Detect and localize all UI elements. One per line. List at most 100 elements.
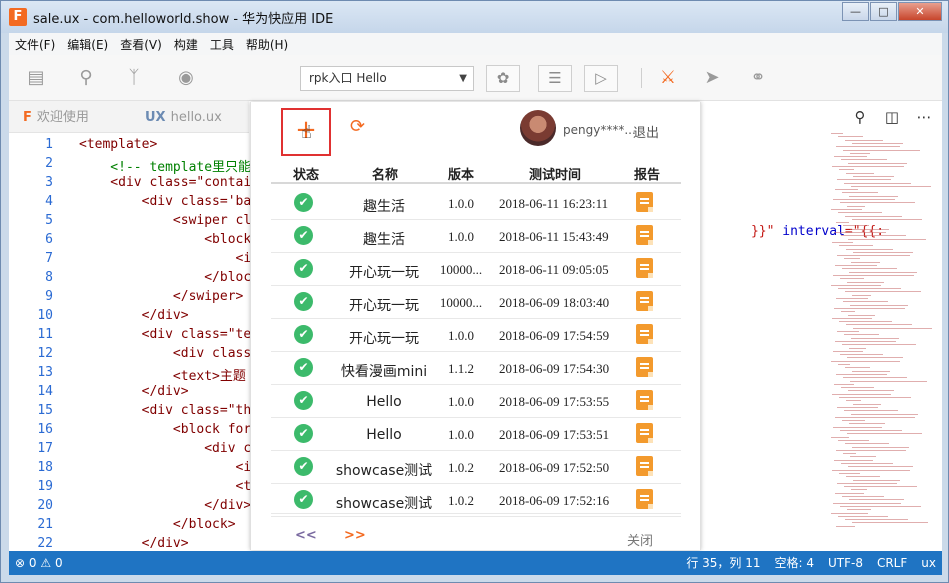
run-button[interactable]: ▷: [584, 65, 618, 92]
line-number: 2: [45, 156, 53, 171]
close-panel-button[interactable]: 关闭: [627, 530, 653, 549]
minimap-line: [836, 298, 868, 299]
code-line[interactable]: <div class="te: [79, 327, 252, 342]
table-row[interactable]: ✔ Hello 1.0.0 2018-06-09 17:53:55: [271, 385, 681, 418]
explorer-icon[interactable]: ▤: [25, 67, 47, 89]
minimap-line: [850, 380, 927, 382]
report-document-icon[interactable]: [636, 423, 653, 443]
report-document-icon[interactable]: [636, 357, 653, 377]
report-document-icon[interactable]: [636, 192, 653, 212]
send-icon[interactable]: ➤: [701, 67, 723, 89]
code-line[interactable]: </block>: [79, 517, 236, 532]
row-test-time: 2018-06-11 09:05:05: [499, 262, 609, 277]
code-line[interactable]: </bloc: [79, 270, 251, 285]
table-row[interactable]: ✔ Hello 1.0.0 2018-06-09 17:53:51: [271, 418, 681, 451]
table-row[interactable]: ✔ 开心玩一玩 1.0.0 2018-06-09 17:54:59: [271, 319, 681, 352]
code-line[interactable]: </div>: [79, 498, 251, 513]
line-gutter: 1 2 3 4 5 6 7 8 9 10 11 12 13 14 15 16 17 18 19 20 21 22: [9, 133, 69, 551]
minimap-line: [846, 172, 874, 174]
report-document-icon[interactable]: [636, 291, 653, 311]
more-icon[interactable]: ⋯: [914, 107, 934, 127]
report-document-icon[interactable]: [636, 390, 653, 410]
add-test-button[interactable]: + ☝: [281, 108, 331, 156]
minimap-line: [837, 406, 878, 408]
logout-link[interactable]: 退出: [633, 122, 659, 141]
layers-button[interactable]: ☰: [538, 65, 572, 92]
welcome-tab-icon: F: [23, 110, 32, 125]
menu-edit[interactable]: 编辑(E): [61, 36, 114, 53]
code-line[interactable]: <block for: [79, 422, 251, 437]
minimap-line: [852, 370, 890, 372]
code-line[interactable]: <div c: [79, 441, 251, 456]
fingerprint-icon[interactable]: ⚭: [747, 67, 769, 89]
code-line[interactable]: <block: [79, 232, 251, 247]
minimap-line: [837, 331, 859, 332]
code-line[interactable]: <swiper cl: [79, 213, 251, 228]
report-document-icon[interactable]: [636, 258, 653, 278]
menu-build[interactable]: 构建: [168, 36, 204, 53]
tab-hello-ux[interactable]: UX hello.ux: [145, 101, 222, 133]
table-row[interactable]: ✔ 趣生活 1.0.0 2018-06-11 16:23:11: [271, 187, 681, 220]
split-editor-icon[interactable]: ◫: [882, 107, 902, 127]
inspect-icon[interactable]: ⚲: [850, 107, 870, 127]
encoding[interactable]: UTF-8: [828, 551, 863, 575]
minimap-line: [852, 218, 922, 220]
row-test-time: 2018-06-09 17:53:55: [499, 394, 610, 409]
close-window-button[interactable]: ✕: [898, 2, 942, 21]
flask-icon[interactable]: ⚔: [657, 67, 679, 89]
menu-help[interactable]: 帮助(H): [240, 36, 294, 53]
code-line[interactable]: <div class="th: [79, 403, 252, 418]
maximize-button[interactable]: □: [870, 2, 897, 21]
table-row[interactable]: ✔ 快看漫画mini 1.1.2 2018-06-09 17:54:30: [271, 352, 681, 385]
menu-tools[interactable]: 工具: [204, 36, 240, 53]
problems-indicator[interactable]: ⊗ 0 ⚠ 0: [15, 551, 63, 575]
code-line[interactable]: <i: [79, 460, 252, 475]
search-icon[interactable]: ⚲: [75, 67, 97, 89]
table-row[interactable]: ✔ showcase测试 1.0.2 2018-06-09 17:52:50: [271, 451, 681, 484]
table-row[interactable]: ✔ 趣生活 1.0.0 2018-06-11 15:43:49: [271, 220, 681, 253]
line-ending[interactable]: CRLF: [877, 551, 907, 575]
debug-button[interactable]: ✿: [486, 65, 520, 92]
code-line[interactable]: <template>: [79, 137, 157, 152]
code-line[interactable]: </div>: [79, 308, 189, 323]
minimap-line: [837, 482, 897, 484]
minimap-line: [841, 311, 855, 313]
code-line[interactable]: </swiper>: [79, 289, 243, 304]
cursor-position[interactable]: 行 35，列 11: [686, 551, 760, 575]
code-line[interactable]: </div>: [79, 536, 189, 551]
table-row[interactable]: ✔ 开心玩一玩 10000... 2018-06-09 18:03:40: [271, 286, 681, 319]
report-document-icon[interactable]: [636, 324, 653, 344]
language-mode[interactable]: ux: [921, 551, 936, 575]
code-line[interactable]: <!-- template里只能: [79, 156, 251, 175]
entry-select[interactable]: rpk入口 Hello ▼: [300, 66, 474, 91]
code-line[interactable]: </div>: [79, 384, 189, 399]
code-line[interactable]: <i: [79, 251, 252, 266]
code-line[interactable]: <text>主题: [79, 365, 246, 384]
minimap[interactable]: [827, 133, 937, 551]
table-row[interactable]: ✔ 开心玩一玩 10000... 2018-06-11 09:05:05: [271, 253, 681, 286]
minimize-button[interactable]: —: [842, 2, 869, 21]
report-document-icon[interactable]: [636, 225, 653, 245]
line-number: 1: [45, 137, 53, 152]
tab-welcome[interactable]: F 欢迎使用: [23, 101, 89, 133]
minimap-line: [849, 271, 917, 273]
indentation[interactable]: 空格: 4: [774, 551, 814, 575]
menu-view[interactable]: 查看(V): [114, 36, 168, 53]
code-line[interactable]: <div class: [79, 346, 251, 361]
menu-file[interactable]: 文件(F): [9, 36, 61, 53]
report-document-icon[interactable]: [636, 456, 653, 476]
minimap-line: [851, 337, 899, 339]
code-line[interactable]: <div class='ba: [79, 194, 252, 209]
report-document-icon[interactable]: [636, 489, 653, 509]
git-branch-icon[interactable]: ᛉ: [123, 67, 145, 89]
prev-page-button[interactable]: <<: [295, 528, 317, 543]
refresh-icon[interactable]: ⟳: [350, 116, 365, 137]
minimap-line: [852, 294, 871, 296]
code-line[interactable]: <div class="contai: [79, 175, 251, 190]
minimap-line: [853, 251, 913, 253]
next-page-button[interactable]: >>: [344, 528, 366, 543]
preview-eye-icon[interactable]: ◉: [175, 67, 197, 89]
code-line[interactable]: <t: [79, 479, 252, 494]
line-number: 11: [37, 327, 53, 342]
minimap-line: [835, 265, 877, 266]
